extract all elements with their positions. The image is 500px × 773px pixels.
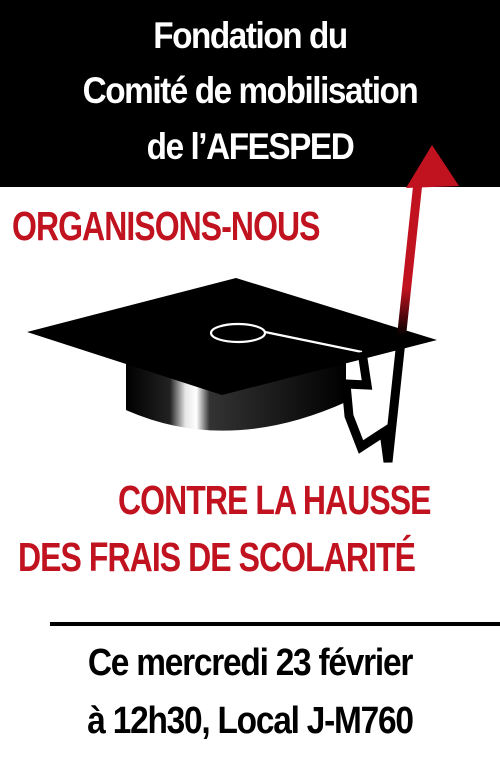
event-time-location: à 12h30, Local J-M760 [87,700,414,742]
slogan-frais-de-scolarite: DES FRAIS DE SCOLARITÉ [18,534,416,580]
divider-rule [50,622,500,626]
rising-arrow-icon [341,145,459,463]
graduation-cap-icon [27,278,437,431]
slogan-contre-la-hausse: CONTRE LA HAUSSE [118,477,431,523]
event-date: Ce mercredi 23 février [87,642,413,684]
